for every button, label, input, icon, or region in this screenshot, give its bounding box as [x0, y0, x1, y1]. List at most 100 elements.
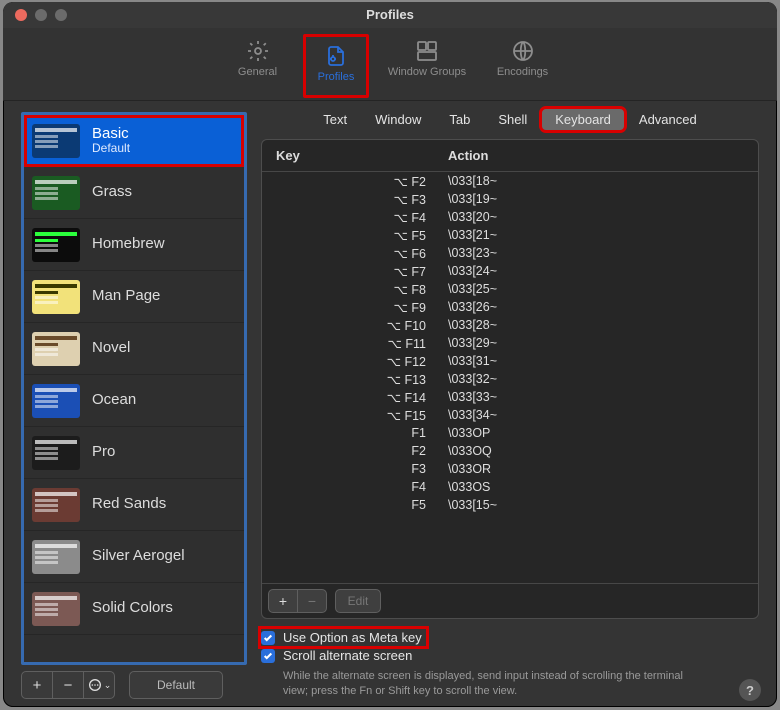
tab-shell[interactable]: Shell [484, 108, 541, 131]
cell-key: F1 [276, 426, 448, 440]
profile-item-ocean[interactable]: Ocean [24, 375, 244, 427]
tab-tab[interactable]: Tab [435, 108, 484, 131]
column-action[interactable]: Action [448, 148, 488, 163]
profile-sidebar: BasicDefault Grass Homebrew Man Page Novel Oc… [21, 112, 247, 699]
close-icon[interactable] [15, 9, 27, 21]
cell-key: ⌥ F9 [276, 300, 448, 315]
cell-key: ⌥ F13 [276, 372, 448, 387]
profile-item-basic[interactable]: BasicDefault [24, 115, 244, 167]
table-row[interactable]: ⌥ F9\033[26~ [262, 298, 758, 316]
cell-key: F5 [276, 498, 448, 512]
cell-key: ⌥ F4 [276, 210, 448, 225]
profile-thumbnail [32, 332, 80, 366]
toolbar: General Profiles Window Groups Encodings [3, 28, 777, 101]
table-row[interactable]: ⌥ F15\033[34~ [262, 406, 758, 424]
table-toolbar: + − Edit [262, 583, 758, 618]
profile-thumbnail [32, 124, 80, 158]
profile-item-homebrew[interactable]: Homebrew [24, 219, 244, 271]
table-body[interactable]: ⌥ F2\033[18~⌥ F3\033[19~⌥ F4\033[20~⌥ F5… [262, 172, 758, 583]
cell-action: \033[29~ [448, 336, 758, 350]
tab-general[interactable]: General [220, 34, 295, 88]
tab-window[interactable]: Window [361, 108, 435, 131]
column-key[interactable]: Key [276, 148, 448, 163]
table-row[interactable]: ⌥ F11\033[29~ [262, 334, 758, 352]
cell-key: ⌥ F11 [276, 336, 448, 351]
profile-thumbnail [32, 384, 80, 418]
table-row[interactable]: ⌥ F13\033[32~ [262, 370, 758, 388]
table-row[interactable]: ⌥ F5\033[21~ [262, 226, 758, 244]
edit-mapping-button[interactable]: Edit [335, 589, 381, 613]
cell-action: \033OR [448, 462, 758, 476]
zoom-icon[interactable] [55, 9, 67, 21]
cell-key: F3 [276, 462, 448, 476]
table-row[interactable]: ⌥ F4\033[20~ [262, 208, 758, 226]
profile-thumbnail [32, 228, 80, 262]
profile-item-solid[interactable]: Solid Colors [24, 583, 244, 635]
keyboard-options: Use Option as Meta key Scroll alternate … [261, 627, 759, 699]
scroll-alt-row[interactable]: Scroll alternate screen [261, 648, 759, 663]
profile-name: Solid Colors [92, 600, 173, 617]
globe-icon [510, 38, 536, 64]
tab-encodings[interactable]: Encodings [485, 34, 560, 88]
table-row[interactable]: ⌥ F6\033[23~ [262, 244, 758, 262]
profile-name: Ocean [92, 392, 136, 409]
keyboard-mappings-panel: Key Action ⌥ F2\033[18~⌥ F3\033[19~⌥ F4\… [261, 139, 759, 619]
profile-name: Grass [92, 184, 132, 201]
tab-text[interactable]: Text [309, 108, 361, 131]
profile-item-manpage[interactable]: Man Page [24, 271, 244, 323]
window-controls [15, 9, 67, 21]
profile-thumbnail [32, 592, 80, 626]
table-row[interactable]: ⌥ F14\033[33~ [262, 388, 758, 406]
checkbox-checked-icon [261, 649, 275, 663]
cell-action: \033[34~ [448, 408, 758, 422]
tab-profiles[interactable]: Profiles [308, 39, 364, 93]
profile-thumbnail [32, 436, 80, 470]
cell-action: \033OQ [448, 444, 758, 458]
set-default-button[interactable]: Default [129, 671, 223, 699]
tab-window-groups[interactable]: Window Groups [377, 34, 477, 88]
table-row[interactable]: ⌥ F7\033[24~ [262, 262, 758, 280]
profile-item-redsands[interactable]: Red Sands [24, 479, 244, 531]
table-row[interactable]: F1\033OP [262, 424, 758, 442]
cell-action: \033[15~ [448, 498, 758, 512]
add-profile-button[interactable]: + [21, 671, 53, 699]
profile-name: Red Sands [92, 496, 166, 513]
profile-item-novel[interactable]: Novel [24, 323, 244, 375]
table-row[interactable]: ⌥ F10\033[28~ [262, 316, 758, 334]
profile-item-silver[interactable]: Silver Aerogel [24, 531, 244, 583]
profile-list[interactable]: BasicDefault Grass Homebrew Man Page Novel Oc… [21, 112, 247, 665]
tab-label: Window Groups [388, 66, 466, 78]
cell-action: \033[19~ [448, 192, 758, 206]
table-row[interactable]: ⌥ F2\033[18~ [262, 172, 758, 190]
table-row[interactable]: F5\033[15~ [262, 496, 758, 514]
profile-item-grass[interactable]: Grass [24, 167, 244, 219]
profile-list-toolbar: + − ⌄ Default [21, 671, 247, 699]
profile-actions-menu[interactable]: ⌄ [84, 671, 115, 699]
help-button[interactable]: ? [739, 679, 761, 701]
table-row[interactable]: F4\033OS [262, 478, 758, 496]
tab-label: General [238, 66, 277, 78]
cell-key: ⌥ F2 [276, 174, 448, 189]
cell-action: \033[21~ [448, 228, 758, 242]
profile-name: Man Page [92, 288, 160, 305]
profile-item-pro[interactable]: Pro [24, 427, 244, 479]
remove-mapping-button[interactable]: − [298, 589, 327, 613]
remove-profile-button[interactable]: − [53, 671, 84, 699]
table-row[interactable]: ⌥ F12\033[31~ [262, 352, 758, 370]
cell-key: ⌥ F14 [276, 390, 448, 405]
cell-action: \033[32~ [448, 372, 758, 386]
scroll-alt-hint: While the alternate screen is displayed,… [283, 669, 703, 699]
option-as-meta-row[interactable]: Use Option as Meta key [261, 629, 426, 646]
table-row[interactable]: ⌥ F3\033[19~ [262, 190, 758, 208]
table-row[interactable]: ⌥ F8\033[25~ [262, 280, 758, 298]
table-row[interactable]: F2\033OQ [262, 442, 758, 460]
cell-key: F2 [276, 444, 448, 458]
cell-action: \033[25~ [448, 282, 758, 296]
cell-key: F4 [276, 480, 448, 494]
minimize-icon[interactable] [35, 9, 47, 21]
tab-keyboard[interactable]: Keyboard [541, 108, 625, 131]
table-row[interactable]: F3\033OR [262, 460, 758, 478]
tab-advanced[interactable]: Advanced [625, 108, 711, 131]
add-mapping-button[interactable]: + [268, 589, 298, 613]
profile-settings-pane: TextWindowTabShellKeyboardAdvanced Key A… [261, 108, 759, 699]
